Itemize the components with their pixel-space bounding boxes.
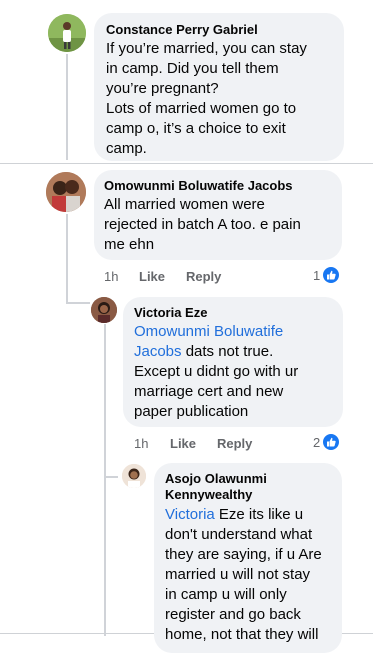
- mention-link[interactable]: Jacobs: [134, 343, 182, 360]
- comment-text: me ehn: [104, 236, 155, 253]
- comment-text: If you’re married, you can stay: [106, 40, 307, 57]
- like-button[interactable]: Like: [139, 269, 165, 284]
- reaction-summary[interactable]: 1: [313, 267, 340, 283]
- comment-text: camp o, it’s a choice to exit: [106, 120, 286, 137]
- comment-text: Omowunmi Boluwatife: [134, 322, 283, 342]
- comment-text: they are saying, if u Are: [165, 546, 322, 563]
- avatar[interactable]: [46, 172, 86, 212]
- mention-link[interactable]: Victoria: [165, 506, 215, 523]
- comment-text: home, not that they will: [165, 626, 319, 643]
- reaction-count: 2: [313, 434, 321, 450]
- comment-text: marriage cert and new: [134, 383, 284, 400]
- comment-text: register and go back: [165, 606, 301, 623]
- comment-text-segment: Eze its like u: [214, 506, 304, 523]
- comment-text: you’re pregnant?: [106, 80, 219, 97]
- comment-author[interactable]: Constance Perry Gabriel: [106, 22, 258, 37]
- comment-text: don't understand what: [165, 526, 313, 543]
- thread-line: [104, 324, 106, 636]
- reaction-count: 1: [313, 267, 321, 283]
- thumbs-up-icon: [323, 267, 340, 283]
- mention-link[interactable]: Omowunmi Boluwatife: [134, 323, 283, 340]
- comment-text: All married women were: [104, 196, 265, 213]
- divider: [0, 163, 373, 164]
- thread-line: [66, 302, 90, 304]
- reply-button[interactable]: Reply: [186, 269, 221, 284]
- comment-author[interactable]: Victoria Eze: [134, 305, 207, 320]
- comment-text: Jacobs dats not true.: [134, 342, 273, 362]
- reaction-summary[interactable]: 2: [313, 434, 340, 450]
- thread-line: [66, 214, 68, 304]
- comment-text: in camp u will only: [165, 586, 287, 603]
- avatar[interactable]: [122, 464, 146, 488]
- comment-text-segment: dats not true.: [181, 343, 274, 360]
- comment-text: camp.: [106, 140, 147, 157]
- comment-text: rejected in batch A too. e pain: [104, 216, 301, 233]
- comment-author[interactable]: Asojo Olawunmi: [165, 471, 267, 486]
- thumbs-up-icon: [323, 434, 340, 450]
- reply-button[interactable]: Reply: [217, 436, 252, 451]
- comment-text: paper publication: [134, 403, 249, 420]
- comment-text: in camp. Did you tell them: [106, 60, 279, 77]
- comment-time[interactable]: 1h: [104, 269, 118, 284]
- comment-time[interactable]: 1h: [134, 436, 148, 451]
- comment-text: Except u didnt go with ur: [134, 363, 299, 380]
- comment-text: married u will not stay: [165, 566, 311, 583]
- like-button[interactable]: Like: [170, 436, 196, 451]
- comment-author[interactable]: Kennywealthy: [165, 487, 252, 502]
- thread-line: [104, 476, 118, 478]
- comment-author[interactable]: Omowunmi Boluwatife Jacobs: [104, 178, 293, 193]
- avatar[interactable]: [48, 14, 86, 52]
- comment-text: Lots of married women go to: [106, 100, 297, 117]
- thread-line: [66, 54, 68, 160]
- avatar[interactable]: [91, 297, 117, 323]
- comment-text: Victoria Eze its like u: [165, 505, 303, 525]
